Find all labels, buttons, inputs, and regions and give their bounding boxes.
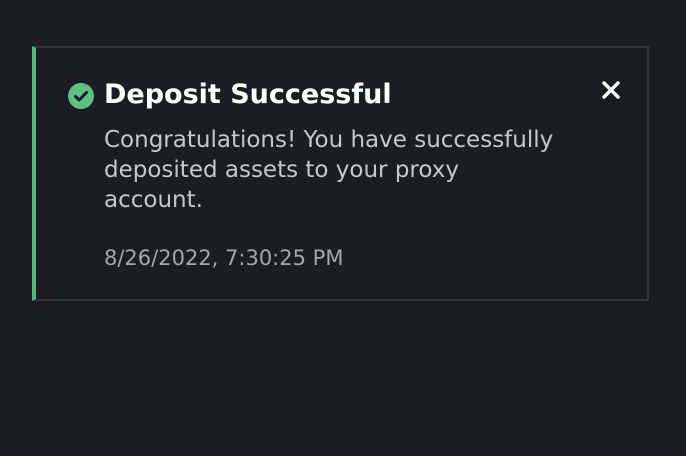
deposit-notification-toast: Deposit Successful Congratulations! You … — [32, 46, 649, 301]
check-circle-icon — [68, 83, 94, 109]
notification-message: Congratulations! You have successfully d… — [104, 127, 554, 213]
close-button[interactable] — [597, 76, 625, 104]
close-icon — [602, 81, 620, 99]
notification-timestamp: 8/26/2022, 7:30:25 PM — [104, 246, 344, 270]
notification-title: Deposit Successful — [104, 79, 392, 110]
